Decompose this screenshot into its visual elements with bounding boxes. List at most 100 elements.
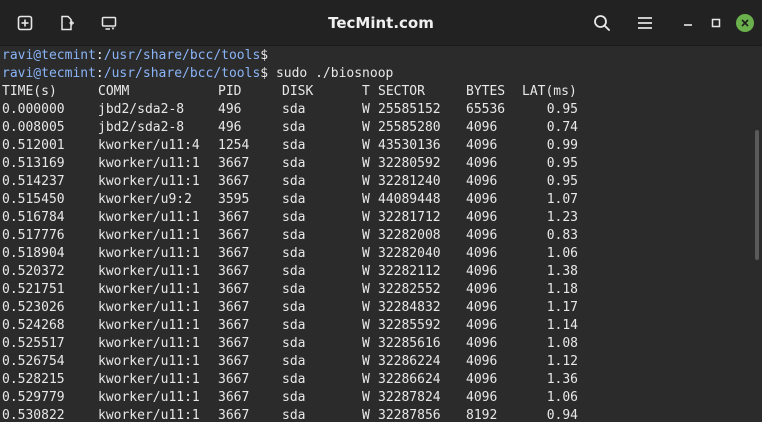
table-cell: 4096 [466, 282, 498, 297]
table-cell: 4096 [466, 372, 498, 387]
table-cell: 8192 [466, 408, 498, 422]
table-cell: kworker/u11:1 [98, 282, 200, 297]
table-cell: 0.000000 [2, 102, 65, 117]
table-cell: 4096 [466, 300, 498, 315]
table-cell: 0.516784 [2, 210, 65, 225]
prompt-separator: : [95, 66, 104, 81]
table-row: 0.000000 jbd2/sda2-8 496 sda W 25585152 65536 0… [2, 101, 742, 119]
table-cell: sda [282, 120, 306, 135]
table-cell: 0.94 [546, 408, 578, 422]
scrollbar[interactable] [754, 48, 760, 422]
table-row: 0.512001 kworker/u11:4 1254 sda W 43530136 409… [2, 137, 742, 155]
table-cell: kworker/u11:1 [98, 246, 200, 261]
table-cell: W [362, 408, 370, 422]
scrollbar-thumb[interactable] [755, 130, 759, 260]
menu-button[interactable] [630, 8, 660, 38]
table-cell: 32282008 [378, 228, 441, 243]
table-row: 0.520372 kworker/u11:1 3667 sda W 32282112 409… [2, 263, 742, 281]
table-cell: W [362, 390, 370, 405]
column-header: T [362, 84, 370, 99]
table-cell: 0.512001 [2, 138, 65, 153]
prompt-symbol: $ [260, 66, 269, 81]
prompt-path: /usr/share/bcc/tools [103, 48, 261, 63]
table-cell: 4096 [466, 138, 498, 153]
table-cell: W [362, 138, 370, 153]
table-cell: 32282552 [378, 282, 441, 297]
table-cell: kworker/u11:1 [98, 336, 200, 351]
column-header: SECTOR [378, 84, 425, 99]
table-cell: W [362, 300, 370, 315]
table-cell: 4096 [466, 210, 498, 225]
prompt-separator: : [95, 48, 104, 63]
table-cell: 0.83 [546, 228, 578, 243]
table-cell: 3667 [218, 354, 250, 369]
broadcast-icon [101, 16, 117, 30]
table-cell: 32284832 [378, 300, 441, 315]
table-cell: 0.95 [546, 102, 578, 117]
table-cell: kworker/u11:1 [98, 372, 200, 387]
new-tab-icon [17, 15, 33, 31]
table-cell: 4096 [466, 120, 498, 135]
search-icon [594, 15, 610, 31]
table-cell: W [362, 336, 370, 351]
new-tab-button[interactable] [10, 8, 40, 38]
table-row: 0.513169 kworker/u11:1 3667 sda W 32280592 409… [2, 155, 742, 173]
table-cell: 1.06 [546, 246, 578, 261]
table-row: 0.517776 kworker/u11:1 3667 sda W 32282008 409… [2, 227, 742, 245]
table-cell: 1.12 [546, 354, 578, 369]
table-cell: W [362, 354, 370, 369]
split-terminal-button[interactable] [52, 8, 82, 38]
table-cell: sda [282, 264, 306, 279]
table-cell: 3667 [218, 390, 250, 405]
table-cell: sda [282, 336, 306, 351]
table-cell: 4096 [466, 318, 498, 333]
table-cell: W [362, 120, 370, 135]
table-row: 0.524268 kworker/u11:1 3667 sda W 32285592 409… [2, 317, 742, 335]
table-cell: kworker/u11:1 [98, 156, 200, 171]
table-cell: 3667 [218, 282, 250, 297]
table-cell: sda [282, 174, 306, 189]
table-cell: 1.38 [546, 264, 578, 279]
prompt-path: /usr/share/bcc/tools [103, 66, 261, 81]
table-cell: 0.529779 [2, 390, 65, 405]
terminal-output[interactable]: ravi@tecmint:/usr/share/bcc/tools$ ravi@t… [0, 46, 750, 422]
table-cell: 3667 [218, 246, 250, 261]
table-cell: 1.06 [546, 390, 578, 405]
table-cell: 25585280 [378, 120, 441, 135]
table-cell: 4096 [466, 336, 498, 351]
table-cell: 1.08 [546, 336, 578, 351]
table-cell: 3667 [218, 300, 250, 315]
title-bar: TecMint.com [0, 0, 762, 46]
table-header: TIME(s) COMM PID DISK T SECTOR BYTES LAT(ms) [2, 83, 742, 101]
split-terminal-icon [61, 15, 74, 31]
table-cell: 1.36 [546, 372, 578, 387]
table-cell: kworker/u11:1 [98, 228, 200, 243]
table-cell: W [362, 174, 370, 189]
table-cell: 32285616 [378, 336, 441, 351]
table-cell: 32286624 [378, 372, 441, 387]
table-row: 0.516784 kworker/u11:1 3667 sda W 32281712 409… [2, 209, 742, 227]
table-cell: W [362, 192, 370, 207]
table-cell: 4096 [466, 228, 498, 243]
table-cell: 32282040 [378, 246, 441, 261]
table-cell: 4096 [466, 192, 498, 207]
table-cell: W [362, 156, 370, 171]
table-cell: 25585152 [378, 102, 441, 117]
table-cell: kworker/u9:2 [98, 192, 192, 207]
table-cell: kworker/u11:4 [98, 138, 200, 153]
maximize-button[interactable] [701, 8, 731, 38]
column-header: PID [218, 84, 242, 99]
table-cell: W [362, 102, 370, 117]
table-cell: 0.008005 [2, 120, 65, 135]
table-cell: 65536 [466, 102, 506, 117]
table-cell: 0.95 [546, 174, 578, 189]
search-button[interactable] [587, 8, 617, 38]
table-cell: 0.521751 [2, 282, 65, 297]
broadcast-button[interactable] [94, 8, 124, 38]
table-cell: kworker/u11:1 [98, 390, 200, 405]
close-button[interactable] [736, 14, 754, 32]
table-row: 0.518904 kworker/u11:1 3667 sda W 32282040 409… [2, 245, 742, 263]
minimize-button[interactable] [673, 8, 703, 38]
table-row: 0.515450 kworker/u9:2 3595 sda W 44089448 4096… [2, 191, 742, 209]
table-cell: 1.14 [546, 318, 578, 333]
